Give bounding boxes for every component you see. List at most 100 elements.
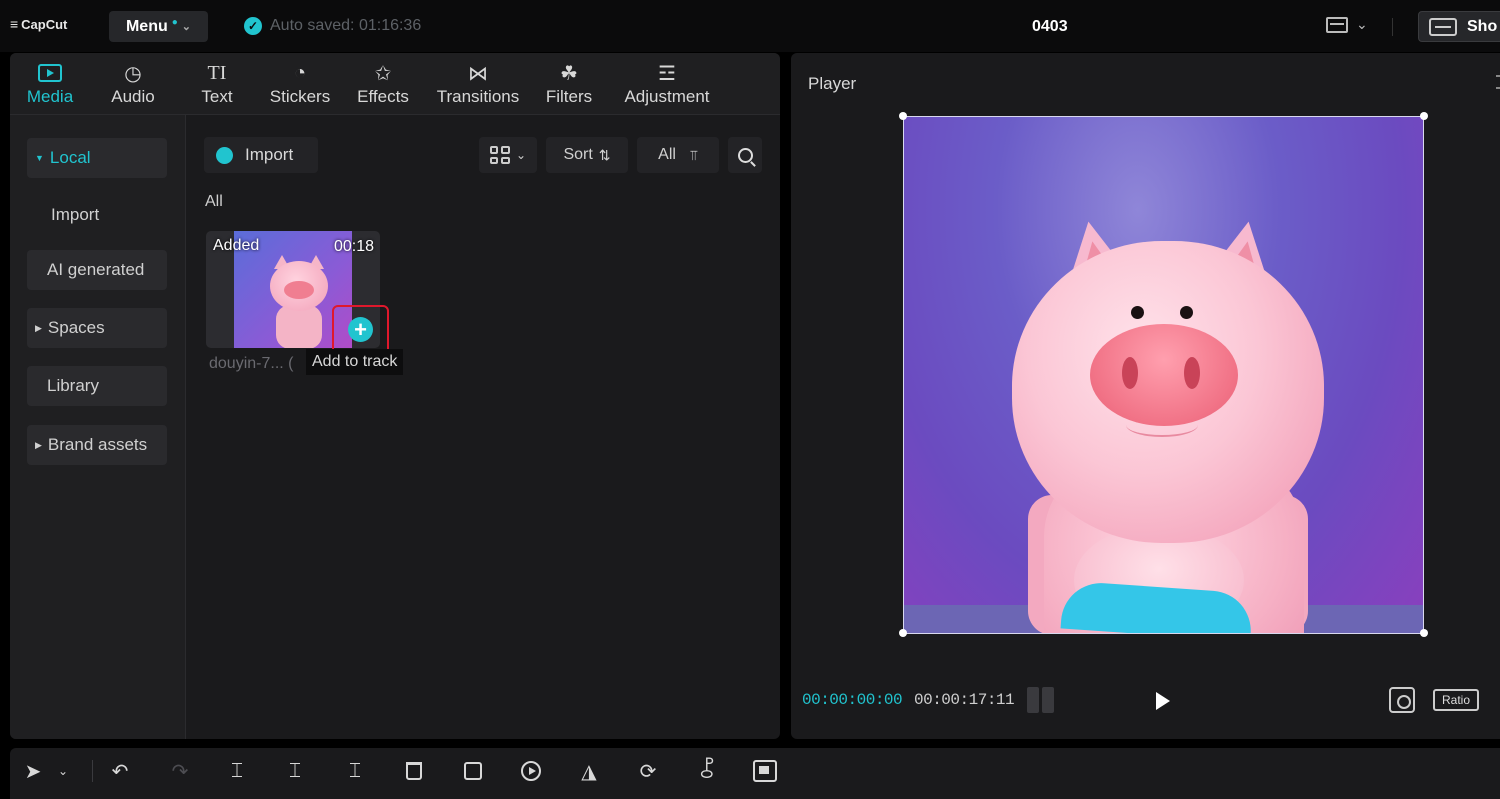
autosave-text: Auto saved: 01:16:36	[270, 17, 422, 34]
sidebar-item-spaces[interactable]: ▶ Spaces	[27, 308, 167, 348]
sidebar-item-import[interactable]: Import	[27, 195, 167, 235]
current-timecode: 00:00:00:00	[802, 691, 903, 709]
crop-icon[interactable]: ⯛	[694, 758, 720, 784]
keyboard-icon	[1429, 17, 1457, 36]
added-badge: Added	[213, 237, 260, 254]
top-bar: ≡ CapCut Menu ● ⌄ ✓ Auto saved: 01:16:36…	[0, 0, 1500, 52]
select-cursor-icon[interactable]: ➤	[22, 758, 44, 784]
split-icon[interactable]: ⌶	[226, 758, 248, 784]
transitions-icon: ⋈	[468, 62, 488, 85]
auto-reframe-icon[interactable]	[750, 758, 780, 784]
sidebar-item-label: Brand assets	[47, 435, 148, 454]
adjustment-icon: ☲	[658, 62, 676, 85]
check-circle-icon: ✓	[244, 17, 262, 35]
redo-icon: ↷	[171, 760, 189, 783]
chevron-down-icon[interactable]: ⌄	[56, 758, 70, 784]
section-title: All	[205, 193, 223, 210]
tab-effects[interactable]: ✩ Effects	[355, 59, 411, 107]
tab-media[interactable]: Media	[23, 59, 77, 107]
resize-handle[interactable]	[899, 112, 907, 120]
sidebar-item-label: AI generated	[47, 260, 145, 279]
resize-handle[interactable]	[899, 629, 907, 637]
filters-icon: ☘	[560, 62, 578, 85]
tab-filters[interactable]: ☘ Filters	[543, 59, 595, 107]
caret-right-icon: ▶	[35, 439, 42, 450]
player-title: Player	[808, 74, 857, 93]
sidebar-item-label: Local	[49, 148, 91, 167]
split-right-icon[interactable]: ⌶	[344, 758, 366, 784]
audio-icon: ◷	[124, 62, 142, 85]
add-to-track-button[interactable]: +	[348, 317, 373, 342]
text-icon: TI	[207, 61, 227, 84]
mirror-icon[interactable]: ◮	[576, 758, 602, 784]
shortcuts-button[interactable]: Sho	[1418, 11, 1500, 42]
caret-right-icon: ▶	[35, 322, 42, 333]
delete-icon[interactable]	[403, 758, 425, 784]
layout-button[interactable]: ⌄	[1326, 16, 1368, 33]
tab-label: Stickers	[269, 87, 331, 106]
split-left-icon[interactable]: ⌶	[284, 758, 306, 784]
grid-view-icon	[489, 146, 510, 164]
capcut-logo-icon: ≡	[10, 16, 19, 32]
stickers-icon: ◔	[293, 61, 307, 84]
tab-audio[interactable]: ◷ Audio	[106, 59, 160, 107]
resize-handle[interactable]	[1420, 112, 1428, 120]
app-logo-text: CapCut	[21, 16, 68, 32]
tab-label: Media	[26, 87, 74, 106]
chevron-down-icon: ⌄	[181, 21, 192, 33]
undo-icon[interactable]: ↶	[108, 758, 132, 784]
sidebar-item-label: Spaces	[47, 318, 105, 337]
tab-label: Transitions	[436, 87, 520, 106]
notification-dot-icon: ●	[171, 17, 178, 28]
player-panel: Player 00:00:00:00 00:00:17:11 Ratio	[791, 53, 1500, 739]
fullscreen-icon[interactable]	[1389, 687, 1415, 713]
sidebar-item-label: Library	[47, 376, 99, 395]
reverse-icon[interactable]	[519, 758, 543, 784]
sidebar-item-label: Import	[51, 205, 100, 224]
add-to-track-tooltip: Add to track	[306, 349, 404, 375]
sidebar-item-ai-generated[interactable]: AI generated	[27, 250, 167, 290]
freeze-frame-icon[interactable]	[460, 758, 486, 784]
shortcuts-label: Sho	[1467, 17, 1498, 35]
timecode-format-toggle[interactable]	[1027, 687, 1054, 713]
tab-adjustment[interactable]: ☲ Adjustment	[618, 59, 716, 107]
media-panel: Media ◷ Audio TI Text ◔ Stickers ✩ Effec…	[10, 53, 780, 739]
timeline-toolbar: ➤ ⌄ ↶ ↷ ⌶ ⌶ ⌶ ◮ ⟳ ⯛	[10, 748, 1500, 799]
menu-icon[interactable]	[1496, 75, 1500, 89]
rotate-icon[interactable]: ⟳	[635, 758, 661, 784]
search-button[interactable]	[728, 137, 762, 173]
duration-badge: 00:18	[333, 238, 374, 255]
view-mode-button[interactable]: ⌄	[479, 137, 537, 173]
layout-icon	[1326, 16, 1348, 33]
menu-label: Menu	[125, 17, 168, 35]
effects-icon: ✩	[374, 62, 392, 85]
project-title[interactable]: 0403	[1032, 18, 1068, 36]
total-timecode: 00:00:17:11	[914, 691, 1015, 709]
ratio-button[interactable]: Ratio	[1433, 689, 1479, 711]
tab-transitions[interactable]: ⋈ Transitions	[432, 59, 524, 107]
play-icon[interactable]	[1156, 692, 1170, 710]
sidebar-item-brand-assets[interactable]: ▶ Brand assets	[27, 425, 167, 465]
sidebar-item-library[interactable]: Library	[27, 366, 167, 406]
sidebar-item-local[interactable]: ▼ Local	[27, 138, 167, 178]
media-sidebar: ▼ Local Import AI generated ▶ Spaces Lib…	[10, 115, 186, 739]
media-item-name: douyin-7... (	[209, 355, 294, 372]
menu-button[interactable]: Menu ● ⌄	[109, 11, 208, 42]
resize-handle[interactable]	[1420, 629, 1428, 637]
sort-icon: ⇅	[598, 146, 611, 163]
tab-text[interactable]: TI Text	[197, 59, 237, 107]
tab-label: Effects	[357, 87, 409, 106]
filter-icon: ⫪	[689, 146, 698, 163]
media-icon	[38, 59, 62, 87]
import-label: Import	[245, 145, 294, 164]
sort-button[interactable]: Sort ⇅	[546, 137, 628, 173]
import-button[interactable]: Import	[204, 137, 318, 173]
tab-stickers[interactable]: ◔ Stickers	[266, 59, 334, 107]
filter-button[interactable]: All ⫪	[637, 137, 719, 173]
preview-canvas[interactable]	[903, 116, 1424, 634]
app-logo: ≡ CapCut	[10, 16, 67, 32]
divider	[1392, 18, 1393, 36]
import-icon	[216, 146, 233, 164]
chevron-down-icon: ⌄	[515, 148, 527, 162]
search-icon	[737, 147, 753, 163]
